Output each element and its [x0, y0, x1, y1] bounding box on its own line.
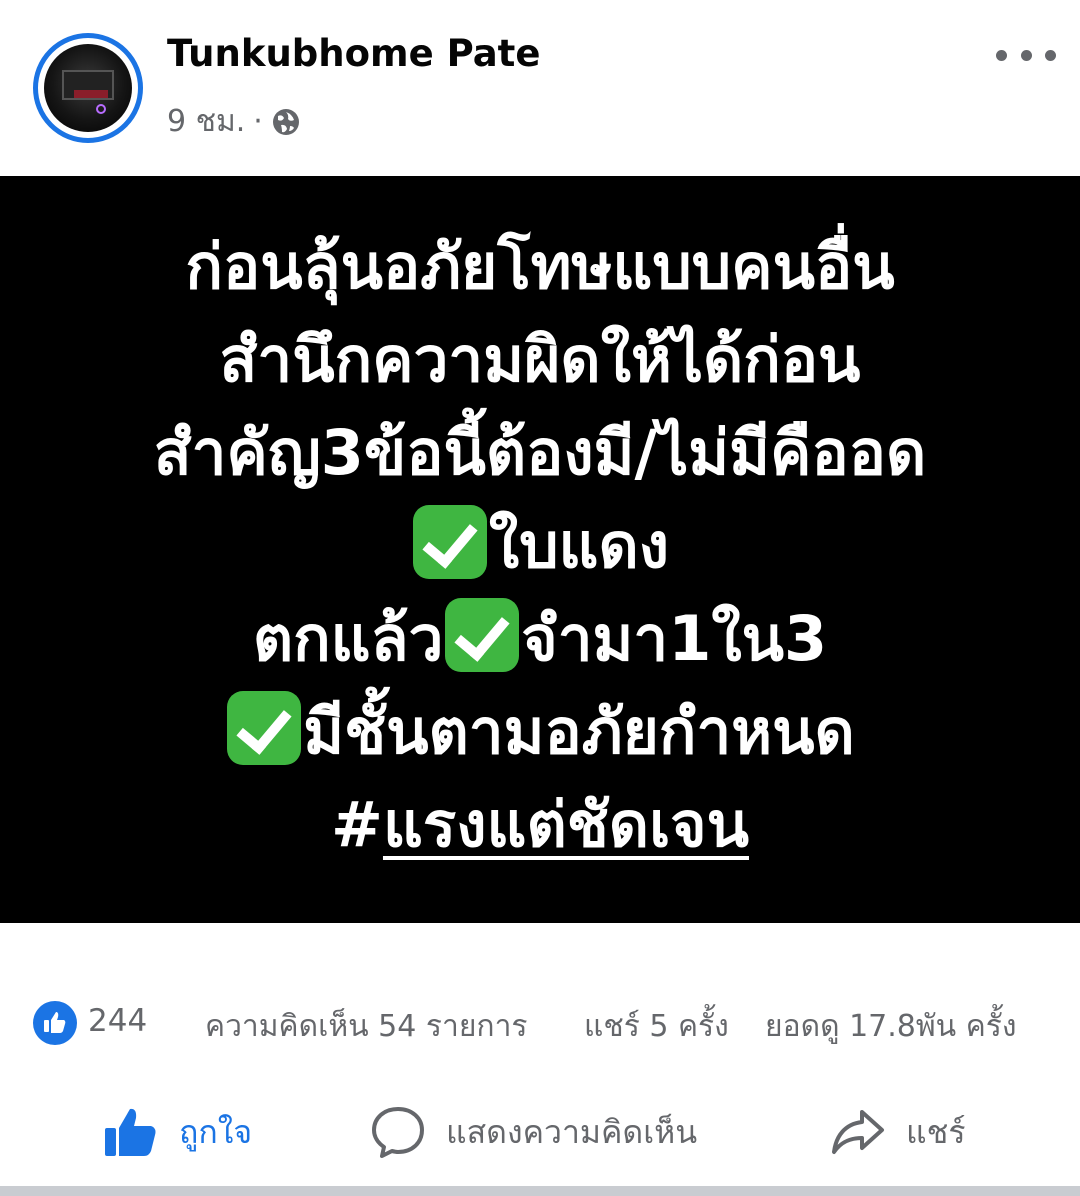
check-mark-icon — [227, 691, 302, 765]
post-header: Tunkubhome Pate 9 ชม. · — [0, 0, 1080, 176]
thumbs-up-icon — [105, 1108, 156, 1156]
post-time[interactable]: 9 ชม. — [167, 98, 245, 145]
more-options-icon[interactable] — [996, 40, 1056, 70]
comment-bubble-icon — [372, 1107, 424, 1158]
like-reaction-icon[interactable] — [33, 1001, 77, 1045]
image-text-line: สำนึกความผิดให้ได้ก่อน — [219, 323, 861, 396]
image-text-line: มีชั้นตามอภัยกำหนด — [0, 685, 1080, 778]
share-count[interactable]: แชร์ 5 ครั้ง — [584, 1003, 729, 1050]
author-name[interactable]: Tunkubhome Pate — [167, 32, 540, 75]
share-button[interactable]: แชร์ — [830, 1092, 966, 1172]
globe-icon — [272, 108, 299, 135]
hashtag-line: #แรงแต่ชัดเจน — [0, 778, 1080, 871]
comment-count[interactable]: ความคิดเห็น 54 รายการ — [205, 1003, 528, 1050]
image-text-line: ก่อนลุ้นอภัยโทษแบบคนอื่น — [185, 230, 895, 303]
image-text-segment: จำมา1ใน3 — [521, 602, 828, 675]
share-arrow-icon — [832, 1110, 884, 1154]
check-mark-icon — [412, 505, 487, 579]
hashtag: แรงแต่ชัดเจน — [382, 788, 749, 861]
like-label: ถูกใจ — [179, 1112, 253, 1151]
image-text-line: ตกแล้ว จำมา1ใน3 — [0, 592, 1080, 685]
post-image[interactable]: ก่อนลุ้นอภัยโทษแบบคนอื่น สำนึกความผิดให้… — [0, 176, 1080, 923]
post-actions: ถูกใจ แสดงความคิดเห็น แชร์ — [0, 1092, 1080, 1172]
avatar-image — [44, 44, 132, 132]
like-count[interactable]: 244 — [88, 1003, 147, 1039]
like-button[interactable]: ถูกใจ — [103, 1092, 252, 1172]
post-image-text: ก่อนลุ้นอภัยโทษแบบคนอื่น สำนึกความผิดให้… — [0, 220, 1080, 871]
comment-button[interactable]: แสดงความคิดเห็น — [370, 1092, 697, 1172]
image-text-segment: ใบแดง — [488, 509, 670, 582]
check-mark-icon — [445, 598, 520, 672]
image-text-line: สำคัญ3ข้อนี้ต้องมี/ไม่มีคืออด — [153, 416, 927, 489]
post-meta: 9 ชม. · — [167, 98, 301, 145]
view-count: ยอดดู 17.8พัน ครั้ง — [765, 1009, 1017, 1044]
post-stats: 244 ความคิดเห็น 54 รายการ แชร์ 5 ครั้ง ย… — [0, 995, 1080, 1055]
hashtag-prefix: # — [331, 788, 383, 861]
post-divider — [0, 1186, 1080, 1196]
image-text-segment: มีชั้นตามอภัยกำหนด — [303, 695, 855, 768]
avatar[interactable] — [33, 33, 143, 143]
meta-separator: · — [253, 104, 263, 139]
share-label: แชร์ — [906, 1112, 966, 1151]
comment-label: แสดงความคิดเห็น — [446, 1112, 698, 1151]
image-text-line: ใบแดง — [0, 499, 1080, 592]
image-text-segment: ตกแล้ว — [252, 602, 444, 675]
